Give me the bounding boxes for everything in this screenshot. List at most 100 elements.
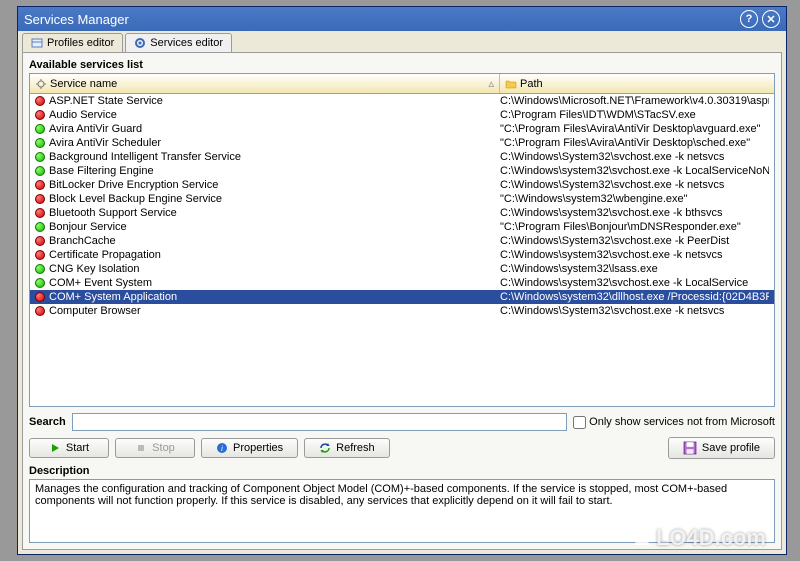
filter-checkbox-label[interactable]: Only show services not from Microsoft xyxy=(573,416,775,429)
status-dot-icon xyxy=(35,110,45,120)
save-profile-button[interactable]: Save profile xyxy=(668,437,775,459)
service-name: Bonjour Service xyxy=(49,221,127,233)
description-text: Manages the configuration and tracking o… xyxy=(35,483,727,507)
service-name: COM+ System Application xyxy=(49,291,177,303)
tab-profiles-editor[interactable]: Profiles editor xyxy=(22,33,123,52)
service-row[interactable]: ASP.NET State ServiceC:\Windows\Microsof… xyxy=(30,94,774,108)
service-name: Audio Service xyxy=(49,109,117,121)
service-path: C:\Windows\System32\svchost.exe -k netsv… xyxy=(500,179,769,191)
service-path: "C:\Program Files\Bonjour\mDNSResponder.… xyxy=(500,221,769,233)
start-button-label: Start xyxy=(66,442,89,454)
profiles-icon xyxy=(31,37,43,49)
stop-sign-icon xyxy=(135,442,147,454)
button-row: Start Stop i Properties Refresh Save pro… xyxy=(29,437,775,459)
service-name: Block Level Backup Engine Service xyxy=(49,193,222,205)
service-row[interactable]: Avira AntiVir Scheduler "C:\Program Files… xyxy=(30,136,774,150)
tab-label: Profiles editor xyxy=(47,37,114,49)
svg-text:i: i xyxy=(221,444,223,453)
column-headers: Service name ▵ Path xyxy=(30,74,774,94)
service-name: Computer Browser xyxy=(49,305,141,317)
services-scroll[interactable]: ASP.NET State ServiceC:\Windows\Microsof… xyxy=(30,94,774,406)
status-dot-icon xyxy=(35,208,45,218)
status-dot-icon xyxy=(35,222,45,232)
service-name: Avira AntiVir Guard xyxy=(49,123,142,135)
list-label: Available services list xyxy=(29,59,775,71)
service-path: C:\Windows\System32\svchost.exe -k PeerD… xyxy=(500,235,769,247)
help-button[interactable]: ? xyxy=(740,10,758,28)
status-dot-icon xyxy=(35,152,45,162)
service-name: BitLocker Drive Encryption Service xyxy=(49,179,218,191)
titlebar: Services Manager ? ✕ xyxy=(18,7,786,31)
tab-services-editor[interactable]: Services editor xyxy=(125,33,232,52)
service-path: "C:\Program Files\Avira\AntiVir Desktop\… xyxy=(500,123,769,135)
service-row[interactable]: Background Intelligent Transfer Service C… xyxy=(30,150,774,164)
service-path: C:\Windows\Microsoft.NET\Framework\v4.0.… xyxy=(500,95,769,107)
service-path: C:\Windows\system32\dllhost.exe /Process… xyxy=(500,291,769,303)
tab-bar: Profiles editor Services editor xyxy=(18,31,786,52)
filter-label-text: Only show services not from Microsoft xyxy=(589,416,775,428)
service-row[interactable]: BitLocker Drive Encryption Service C:\Win… xyxy=(30,178,774,192)
service-path: C:\Windows\System32\svchost.exe -k netsv… xyxy=(500,151,769,163)
play-icon xyxy=(49,442,61,454)
description-box: Manages the configuration and tracking o… xyxy=(29,479,775,543)
folder-icon xyxy=(505,78,517,90)
service-path: C:\Windows\system32\svchost.exe -k bthsv… xyxy=(500,207,769,219)
status-dot-icon xyxy=(35,278,45,288)
service-name: Bluetooth Support Service xyxy=(49,207,177,219)
service-path: "C:\Program Files\Avira\AntiVir Desktop\… xyxy=(500,137,769,149)
status-dot-icon xyxy=(35,292,45,302)
properties-button[interactable]: i Properties xyxy=(201,438,298,458)
service-path: C:\Windows\System32\svchost.exe -k netsv… xyxy=(500,305,769,317)
service-row[interactable]: Base Filtering EngineC:\Windows\system32… xyxy=(30,164,774,178)
refresh-button-label: Refresh xyxy=(336,442,375,454)
refresh-icon xyxy=(319,442,331,454)
status-dot-icon xyxy=(35,138,45,148)
service-row[interactable]: Certificate PropagationC:\Windows\system… xyxy=(30,248,774,262)
service-path: C:\Windows\system32\svchost.exe -k Local… xyxy=(500,277,769,289)
services-icon xyxy=(134,37,146,49)
service-name: Avira AntiVir Scheduler xyxy=(49,137,161,149)
window: Services Manager ? ✕ Profiles editor Ser… xyxy=(17,6,787,555)
properties-button-label: Properties xyxy=(233,442,283,454)
service-row[interactable]: Avira AntiVir Guard "C:\Program Files\Avi… xyxy=(30,122,774,136)
status-dot-icon xyxy=(35,306,45,316)
service-row[interactable]: Audio ServiceC:\Program Files\IDT\WDM\ST… xyxy=(30,108,774,122)
save-icon xyxy=(683,441,697,455)
column-header-path[interactable]: Path xyxy=(500,74,774,93)
description-label: Description xyxy=(29,465,775,477)
service-path: C:\Windows\system32\lsass.exe xyxy=(500,263,769,275)
sort-indicator-icon: ▵ xyxy=(488,77,494,90)
service-path: C:\Windows\system32\svchost.exe -k Local… xyxy=(500,165,769,177)
tab-body: Available services list Service name ▵ P… xyxy=(22,52,782,550)
status-dot-icon xyxy=(35,96,45,106)
column-header-path-label: Path xyxy=(520,78,543,90)
service-name: COM+ Event System xyxy=(49,277,152,289)
service-row[interactable]: COM+ System Application C:\Windows\system… xyxy=(30,290,774,304)
service-row[interactable]: Block Level Backup Engine Service"C:\Win… xyxy=(30,192,774,206)
start-button[interactable]: Start xyxy=(29,438,109,458)
column-header-name[interactable]: Service name ▵ xyxy=(30,74,500,93)
service-name: CNG Key Isolation xyxy=(49,263,139,275)
service-row[interactable]: Bluetooth Support Service C:\Windows\syst… xyxy=(30,206,774,220)
service-row[interactable]: Computer Browser C:\Windows\System32\svch… xyxy=(30,304,774,318)
stop-button: Stop xyxy=(115,438,195,458)
status-dot-icon xyxy=(35,194,45,204)
service-name: Background Intelligent Transfer Service xyxy=(49,151,241,163)
search-row: Search Only show services not from Micro… xyxy=(29,413,775,431)
status-dot-icon xyxy=(35,250,45,260)
search-input[interactable] xyxy=(72,413,567,431)
status-dot-icon xyxy=(35,124,45,134)
status-dot-icon xyxy=(35,180,45,190)
filter-checkbox[interactable] xyxy=(573,416,586,429)
tab-label: Services editor xyxy=(150,37,223,49)
service-row[interactable]: BranchCacheC:\Windows\System32\svchost.e… xyxy=(30,234,774,248)
service-row[interactable]: CNG Key Isolation C:\Windows\system32\lsa… xyxy=(30,262,774,276)
service-row[interactable]: Bonjour Service "C:\Program Files\Bonjour… xyxy=(30,220,774,234)
status-dot-icon xyxy=(35,264,45,274)
close-button[interactable]: ✕ xyxy=(762,10,780,28)
services-list: Service name ▵ Path ASP.NET State Servic… xyxy=(29,73,775,407)
service-row[interactable]: COM+ Event System C:\Windows\system32\svc… xyxy=(30,276,774,290)
status-dot-icon xyxy=(35,236,45,246)
service-path: C:\Windows\system32\svchost.exe -k netsv… xyxy=(500,249,769,261)
refresh-button[interactable]: Refresh xyxy=(304,438,390,458)
